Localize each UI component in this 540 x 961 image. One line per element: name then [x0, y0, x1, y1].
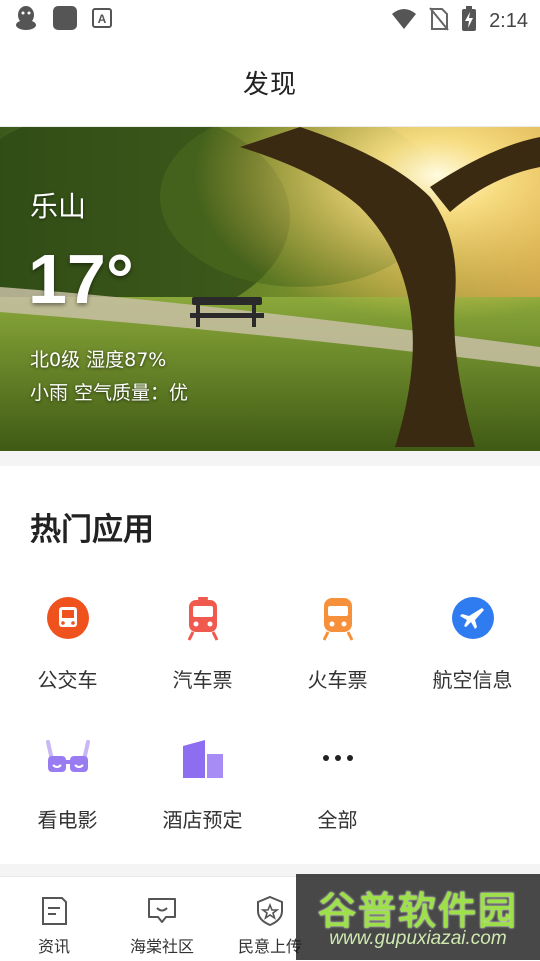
page-header: 发现 — [0, 38, 540, 127]
hot-apps-section: 热门应用 公交车 汽车票 火车票 航空信息 看电影 酒店预定 全部 — [0, 466, 540, 864]
qq-penguin-icon — [14, 5, 38, 35]
status-bar: A 2:14 — [0, 0, 540, 38]
train-ticket-icon — [322, 598, 354, 641]
app-movie[interactable]: 看电影 — [0, 734, 135, 844]
app-bus[interactable]: 公交车 — [0, 594, 135, 704]
weather-wind-humidity: 北0级 湿度87% — [30, 349, 167, 371]
app-square-icon — [52, 5, 78, 35]
clock: 2:14 — [489, 9, 528, 32]
app-label: 酒店预定 — [162, 808, 243, 832]
app-label: 看电影 — [37, 808, 98, 832]
watermark-url: www.gupuxiazai.com — [329, 928, 507, 949]
app-coach-ticket[interactable]: 汽车票 — [135, 594, 270, 704]
bus-icon — [47, 597, 89, 639]
section-title: 热门应用 — [30, 512, 154, 548]
a-badge-icon: A — [92, 8, 112, 32]
app-label: 全部 — [317, 808, 358, 832]
more-dots-icon — [323, 755, 353, 761]
page-title: 发现 — [242, 69, 297, 100]
battery-charging-icon — [461, 6, 477, 36]
community-chat-icon — [148, 898, 176, 923]
shield-star-icon — [257, 895, 283, 927]
news-doc-icon — [42, 897, 67, 925]
hotel-building-icon — [183, 740, 223, 778]
tab-community[interactable]: 海棠社区 — [108, 877, 216, 961]
tab-label: 资讯 — [37, 937, 70, 956]
weather-city: 乐山 — [30, 190, 87, 223]
weather-temperature: 17° — [28, 240, 134, 318]
app-label: 火车票 — [307, 668, 368, 692]
tab-news[interactable]: 资讯 — [0, 877, 108, 961]
watermark-title: 谷普软件园 — [317, 889, 518, 933]
tab-label: 海棠社区 — [129, 937, 194, 956]
weather-card[interactable]: 乐山 17° 北0级 湿度87% 小雨 空气质量：优 — [0, 127, 540, 451]
no-sim-icon — [429, 7, 449, 35]
app-all[interactable]: 全部 — [270, 734, 405, 844]
app-train-ticket[interactable]: 火车票 — [270, 594, 405, 704]
app-label: 汽车票 — [172, 668, 233, 692]
3d-glasses-icon — [46, 740, 90, 772]
app-hotel-booking[interactable]: 酒店预定 — [135, 734, 270, 844]
weather-condition-air-quality: 小雨 空气质量：优 — [30, 382, 189, 404]
wifi-icon — [391, 8, 417, 34]
svg-text:A: A — [98, 12, 107, 26]
app-label: 航空信息 — [432, 668, 513, 692]
app-flight-info[interactable]: 航空信息 — [405, 594, 540, 704]
coach-ticket-icon — [187, 597, 219, 641]
watermark: 谷普软件园 www.gupuxiazai.com — [296, 874, 540, 960]
airplane-icon — [452, 597, 494, 639]
app-label: 公交车 — [37, 668, 98, 692]
